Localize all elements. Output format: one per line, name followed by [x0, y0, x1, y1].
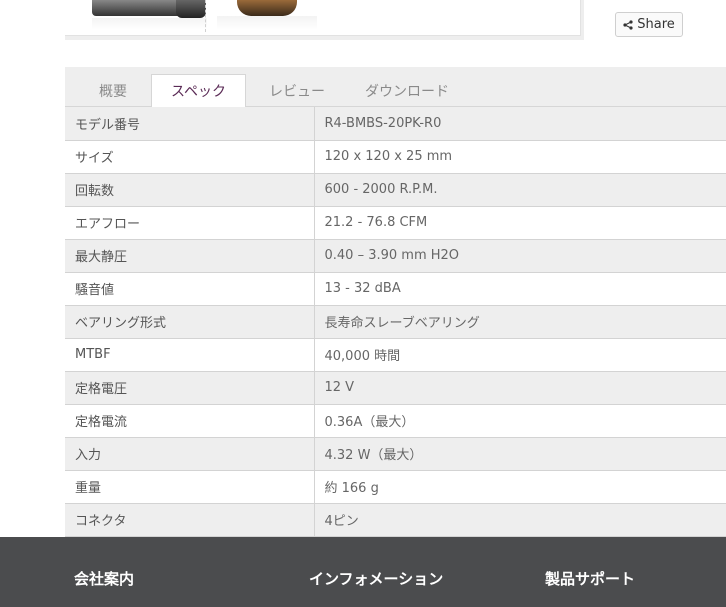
fan-image — [237, 0, 297, 16]
tab-label: 概要 — [99, 84, 127, 100]
thumbnail-divider — [205, 0, 206, 32]
spec-label: 入力 — [65, 437, 315, 471]
table-row: 入力 4.32 W（最大） — [65, 437, 726, 471]
tab-label: ダウンロード — [365, 84, 449, 100]
share-icon — [623, 19, 633, 30]
spec-value: 21.2 - 76.8 CFM — [314, 206, 726, 240]
share-button[interactable]: Share — [615, 12, 683, 37]
spec-value: 約 166 g — [314, 470, 726, 504]
thumbnail-reflection — [217, 16, 317, 30]
footer-heading: インフォメーション — [309, 570, 444, 588]
table-row: 重量 約 166 g — [65, 470, 726, 504]
spec-value: 長寿命スレーブベアリング — [314, 305, 726, 339]
spec-value: 13 - 32 dBA — [314, 272, 726, 306]
footer-column-support: 製品サポート — [545, 568, 635, 589]
tab-overview[interactable]: 概要 — [83, 75, 143, 107]
gallery-thumbnails — [65, 0, 581, 36]
spec-label: ベアリング形式 — [65, 305, 315, 339]
spec-label: モデル番号 — [65, 107, 315, 141]
thumbnail-fan-side[interactable] — [217, 0, 317, 32]
thumbnail-fan-pack[interactable] — [92, 0, 209, 32]
share-label: Share — [637, 17, 675, 32]
spec-label: エアフロー — [65, 206, 315, 240]
tab-specs[interactable]: スペック — [151, 74, 246, 107]
product-gallery — [65, 0, 584, 40]
tab-reviews[interactable]: レビュー — [261, 75, 333, 107]
table-row: サイズ 120 x 120 x 25 mm — [65, 140, 726, 174]
spec-label: コネクタ — [65, 503, 315, 537]
table-row: 定格電圧 12 V — [65, 371, 726, 405]
fan-image — [176, 0, 206, 18]
footer-heading: 会社案内 — [74, 570, 135, 588]
product-tabs: 概要 スペック レビュー ダウンロード — [65, 67, 726, 107]
tab-label: スペック — [170, 84, 227, 100]
table-row: 回転数 600 - 2000 R.P.M. — [65, 173, 726, 207]
spec-label: 回転数 — [65, 173, 315, 207]
spec-value: 0.36A（最大） — [314, 404, 726, 438]
fan-image — [92, 0, 182, 16]
spec-value: 0.40 – 3.90 mm H2O — [314, 239, 726, 273]
spec-table: モデル番号 R4-BMBS-20PK-R0 サイズ 120 x 120 x 25… — [65, 107, 726, 537]
footer-column-information: インフォメーション — [309, 568, 443, 589]
spec-label: サイズ — [65, 140, 315, 174]
table-row: コネクタ 4ピン — [65, 503, 726, 537]
table-row: モデル番号 R4-BMBS-20PK-R0 — [65, 107, 726, 141]
site-footer: 会社案内 インフォメーション 製品サポート — [0, 537, 726, 607]
spec-label: 定格電流 — [65, 404, 315, 438]
spec-value: 4ピン — [314, 503, 726, 537]
spec-value: R4-BMBS-20PK-R0 — [314, 107, 726, 141]
table-row: MTBF 40,000 時間 — [65, 338, 726, 372]
table-row: 定格電流 0.36A（最大） — [65, 404, 726, 438]
spec-label: 定格電圧 — [65, 371, 315, 405]
footer-heading: 製品サポート — [545, 570, 636, 588]
spec-value: 12 V — [314, 371, 726, 405]
tab-label: レビュー — [269, 84, 325, 100]
spec-value: 600 - 2000 R.P.M. — [314, 173, 726, 207]
table-row: エアフロー 21.2 - 76.8 CFM — [65, 206, 726, 240]
tab-downloads[interactable]: ダウンロード — [357, 75, 457, 107]
spec-value: 40,000 時間 — [314, 338, 726, 372]
thumbnail-reflection — [92, 18, 207, 30]
table-row: 最大静圧 0.40 – 3.90 mm H2O — [65, 239, 726, 273]
spec-label: 最大静圧 — [65, 239, 315, 273]
table-row: 騒音値 13 - 32 dBA — [65, 272, 726, 306]
footer-column-company: 会社案内 — [74, 568, 134, 589]
spec-label: 騒音値 — [65, 272, 315, 306]
spec-value: 4.32 W（最大） — [314, 437, 726, 471]
spec-value: 120 x 120 x 25 mm — [314, 140, 726, 174]
spec-label: MTBF — [65, 338, 315, 372]
spec-label: 重量 — [65, 470, 315, 504]
table-row: ベアリング形式 長寿命スレーブベアリング — [65, 305, 726, 339]
